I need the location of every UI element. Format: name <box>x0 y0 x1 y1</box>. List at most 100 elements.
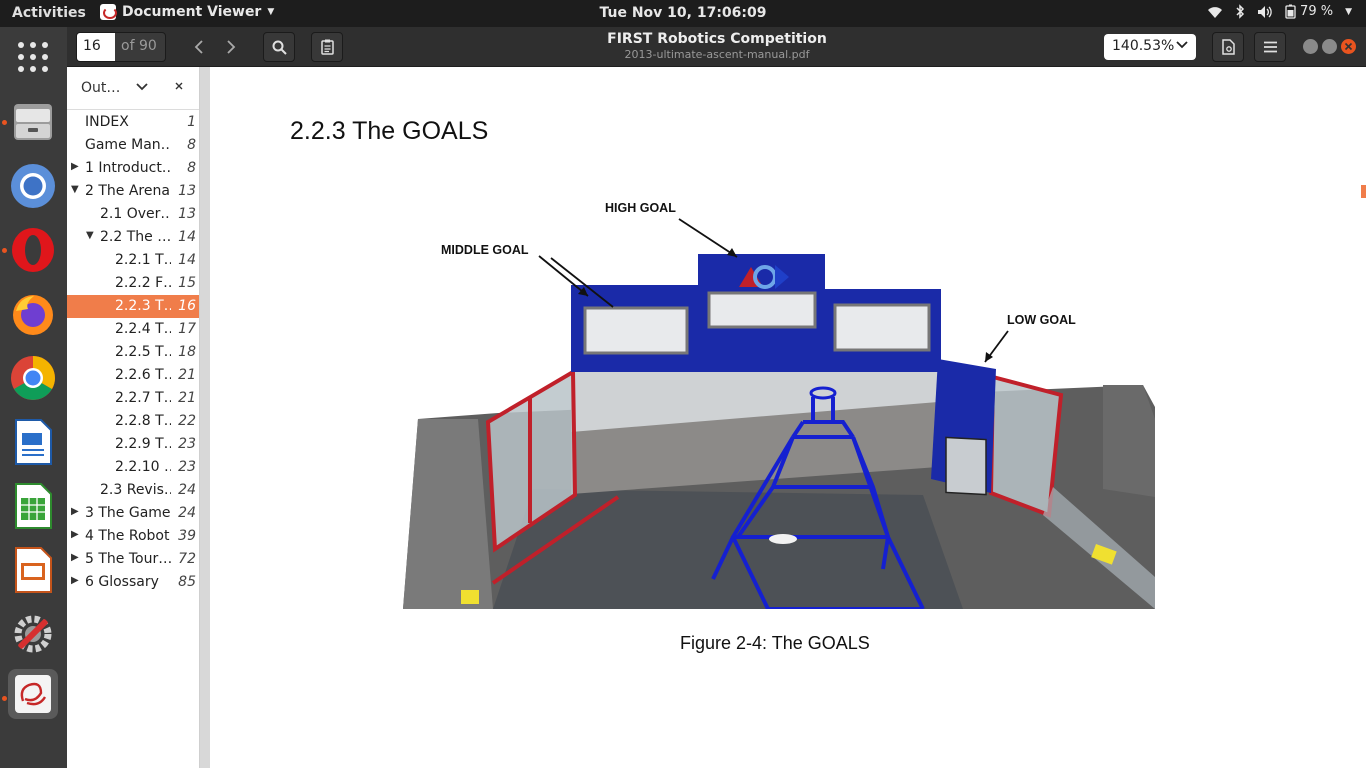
outline-item-page: 1 <box>187 114 196 130</box>
page-number-input[interactable]: 16 <box>77 33 115 61</box>
dock-calc[interactable] <box>8 481 58 531</box>
goals-figure: HIGH GOAL MIDDLE GOAL LOW GOAL <box>403 201 1155 609</box>
outline-item-page: 24 <box>178 482 196 498</box>
outline-item-page: 13 <box>178 206 196 222</box>
outline-item-label: 2.2.4 T… <box>115 321 171 337</box>
dock-chrome[interactable] <box>8 353 58 403</box>
high-goal-label: HIGH GOAL <box>605 201 676 215</box>
scroll-position-marker[interactable] <box>1361 185 1366 198</box>
annotations-button[interactable] <box>311 32 343 62</box>
outline-item[interactable]: 2.2.3 T… 16 <box>67 295 199 318</box>
outline-item-label: Game Man… <box>85 137 171 153</box>
outline-item-page: 85 <box>178 574 196 590</box>
writer-document-icon <box>15 419 52 465</box>
page-options-button[interactable] <box>1212 32 1244 62</box>
sidebar-header: Out… <box>67 67 199 110</box>
outline-item[interactable]: 2.2.1 T… 14 <box>67 249 199 272</box>
settings-tools-icon <box>14 615 52 653</box>
outline-item-label: 2.2.6 T… <box>115 367 171 383</box>
outline-item[interactable]: ▶ 6 Glossary 85 <box>67 571 199 594</box>
outline-item[interactable]: 2.2.6 T… 21 <box>67 364 199 387</box>
battery-percent: 79 % <box>1300 4 1334 19</box>
outline-item[interactable]: ▼ 2.2 The … 14 <box>67 226 199 249</box>
outline-item[interactable]: ▶ 5 The Tour… 72 <box>67 548 199 571</box>
outline-item[interactable]: 2.2.4 T… 17 <box>67 318 199 341</box>
maximize-button[interactable] <box>1322 39 1337 54</box>
wifi-icon <box>1208 6 1223 18</box>
main-menu-button[interactable] <box>1254 32 1286 62</box>
search-button[interactable] <box>263 32 295 62</box>
outline-item-label: 3 The Game <box>85 505 171 521</box>
dock-impress[interactable] <box>8 545 58 595</box>
outline-item-page: 23 <box>178 436 196 452</box>
triangle-down-icon[interactable]: ▼ <box>71 184 79 195</box>
sidebar-mode-label[interactable]: Out… <box>81 80 120 96</box>
outline-item-label: 2 The Arena <box>85 183 170 199</box>
outline-item[interactable]: 2.1 Over… 13 <box>67 203 199 226</box>
previous-page-button[interactable] <box>183 32 215 62</box>
outline-item-label: 2.2.9 T… <box>115 436 171 452</box>
outline-item[interactable]: ▶ 1 Introduct… 8 <box>67 157 199 180</box>
low-goal-label: LOW GOAL <box>1007 313 1076 327</box>
outline-item-label: 2.2.3 T… <box>115 298 171 314</box>
activities-button[interactable]: Activities <box>12 5 86 21</box>
outline-item-page: 39 <box>178 528 196 544</box>
outline-item-label: 2.2.1 T… <box>115 252 171 268</box>
outline-item[interactable]: ▶ 4 The Robot 39 <box>67 525 199 548</box>
dock-firefox[interactable] <box>8 289 58 339</box>
section-heading: 2.2.3 The GOALS <box>290 117 489 145</box>
triangle-right-icon[interactable]: ▶ <box>71 575 79 586</box>
outline-item[interactable]: 2.2.5 T… 18 <box>67 341 199 364</box>
outline-item[interactable]: ▶ 3 The Game 24 <box>67 502 199 525</box>
next-page-button[interactable] <box>215 32 247 62</box>
dock-document-viewer[interactable] <box>8 669 58 719</box>
zoom-level: 140.53% <box>1112 38 1175 54</box>
outline-item[interactable]: 2.2.7 T… 21 <box>67 387 199 410</box>
dock-files[interactable] <box>8 97 58 147</box>
triangle-right-icon[interactable]: ▶ <box>71 506 79 517</box>
dock-writer[interactable] <box>8 417 58 467</box>
app-menu[interactable]: Document Viewer ▼ <box>100 4 274 20</box>
triangle-down-icon[interactable]: ▼ <box>86 230 94 241</box>
show-applications-button[interactable] <box>8 32 58 82</box>
running-indicator <box>2 696 7 701</box>
minimize-button[interactable] <box>1303 39 1318 54</box>
outline-item[interactable]: 2.2.10 … 23 <box>67 456 199 479</box>
outline-item[interactable]: ▼ 2 The Arena 13 <box>67 180 199 203</box>
triangle-down-icon: ▼ <box>1345 6 1352 17</box>
zoom-selector[interactable]: 140.53% <box>1104 34 1196 60</box>
triangle-right-icon[interactable]: ▶ <box>71 552 79 563</box>
outline-item-page: 8 <box>187 160 196 176</box>
outline-item-page: 14 <box>178 229 196 245</box>
outline-item[interactable]: 2.2.9 T… 23 <box>67 433 199 456</box>
outline-item-label: 2.2.7 T… <box>115 390 171 406</box>
app-menu-label: Document Viewer <box>122 4 262 20</box>
bluetooth-icon <box>1236 4 1245 19</box>
firefox-icon <box>13 295 53 335</box>
chevron-down-icon[interactable] <box>136 79 148 97</box>
outline-item-label: 6 Glossary <box>85 574 159 590</box>
system-tray[interactable]: 79 % ▼ <box>1207 4 1352 19</box>
dock-opera[interactable] <box>8 225 58 275</box>
outline-item[interactable]: 2.3 Revis… 24 <box>67 479 199 502</box>
outline-item[interactable]: Game Man… 8 <box>67 134 199 157</box>
close-sidebar-icon[interactable] <box>174 79 184 97</box>
outline-item-label: INDEX <box>85 114 129 130</box>
volume-icon <box>1258 5 1272 18</box>
triangle-right-icon[interactable]: ▶ <box>71 161 79 172</box>
battery-icon <box>1285 4 1296 19</box>
outline-item[interactable]: 2.2.8 T… 22 <box>67 410 199 433</box>
close-button[interactable] <box>1341 39 1356 54</box>
triangle-right-icon[interactable]: ▶ <box>71 529 79 540</box>
outline-item-page: 15 <box>178 275 196 291</box>
document-view[interactable]: 2.2.3 The GOALS HIGH GOAL MIDDLE GOAL LO… <box>200 67 1366 768</box>
figure-caption: Figure 2-4: The GOALS <box>680 633 870 653</box>
outline-item-page: 23 <box>178 459 196 475</box>
outline-item[interactable]: 2.2.2 F… 15 <box>67 272 199 295</box>
dock-chromium[interactable] <box>8 161 58 211</box>
window-title: FIRST Robotics Competition 2013-ultimate… <box>567 31 867 61</box>
outline-item-page: 22 <box>178 413 196 429</box>
document-page-icon <box>1221 39 1235 55</box>
dock-settings[interactable] <box>8 609 58 659</box>
outline-item[interactable]: INDEX 1 <box>67 111 199 134</box>
